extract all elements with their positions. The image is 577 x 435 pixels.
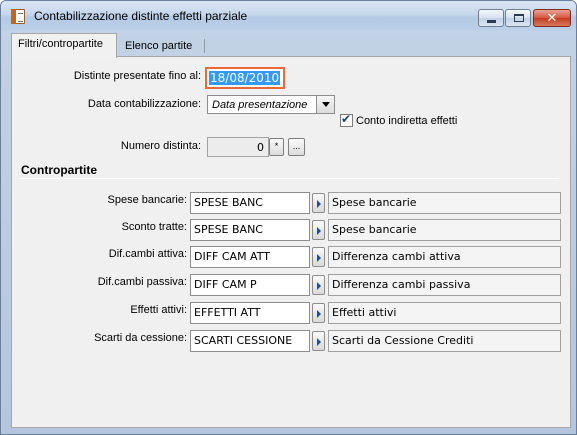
conto-indiretta-label: Conto indiretta effetti (356, 115, 458, 127)
window-title: Contabilizzazione distinte effetti parzi… (34, 9, 248, 23)
distinte-date-value: 18/08/2010 (209, 71, 281, 85)
dif-cambi-passiva-code-input[interactable]: DIFF CAM P (190, 274, 310, 296)
dif-cambi-attiva-code-input[interactable]: DIFF CAM ATT (190, 246, 310, 268)
sconto-tratte-description: Spese bancarie (328, 219, 561, 241)
data-contabilizzazione-select[interactable]: Data presentazione (207, 95, 335, 114)
tab-filtri-contropartite[interactable]: Filtri/contropartite (11, 33, 117, 58)
combo-dropdown-button[interactable] (316, 96, 334, 113)
maximize-button[interactable] (505, 9, 531, 27)
dif-cambi-attiva-zoom-button[interactable] (312, 247, 325, 267)
app-window: Contabilizzazione distinte effetti parzi… (0, 0, 577, 435)
checkmark-icon: ✔ (341, 112, 352, 126)
numero-distinta-input[interactable]: 0 (207, 137, 269, 157)
tab-elenco-partite[interactable]: Elenco partite (119, 36, 205, 57)
close-button[interactable]: ✕ (533, 9, 571, 27)
distinte-date-input[interactable]: 18/08/2010 (205, 67, 285, 89)
dif-cambi-passiva-description: Differenza cambi passiva (328, 274, 561, 296)
dif-cambi-passiva-zoom-button[interactable] (312, 275, 325, 295)
spese-bancarie-label: Spese bancarie: (107, 194, 188, 206)
sconto-tratte-zoom-button[interactable] (312, 220, 325, 240)
spese-bancarie-zoom-button[interactable] (312, 193, 325, 213)
data-contabilizzazione-label: Data contabilizzazione: (87, 98, 201, 110)
dif-cambi-attiva-description: Differenza cambi attiva (328, 246, 561, 268)
title-bar[interactable]: Contabilizzazione distinte effetti parzi… (1, 1, 576, 31)
effetti-attivi-zoom-button[interactable] (312, 303, 325, 323)
numero-distinta-label: Numero distinta: (120, 140, 201, 152)
dif-cambi-attiva-label: Dif.cambi attiva: (108, 248, 187, 260)
scarti-da-cessione-description: Scarti da Cessione Crediti (328, 330, 561, 352)
app-icon (11, 9, 25, 24)
distinte-label: Distinte presentate fino al: (73, 70, 201, 82)
minimize-icon (487, 20, 496, 23)
data-contabilizzazione-value: Data presentazione (212, 99, 308, 111)
spese-bancarie-code-input[interactable]: SPESE BANC (190, 192, 310, 214)
scarti-da-cessione-label: Scarti da cessione: (94, 332, 187, 344)
numero-distinta-browse-button[interactable]: ... (288, 138, 305, 156)
conto-indiretta-checkbox[interactable]: ✔ (340, 112, 353, 127)
scarti-da-cessione-zoom-button[interactable] (312, 331, 325, 351)
effetti-attivi-label: Effetti attivi: (130, 304, 187, 316)
sconto-tratte-code-input[interactable]: SPESE BANC (190, 219, 310, 241)
scarti-da-cessione-code-input[interactable]: SCARTI CESSIONE (190, 330, 310, 352)
close-icon: ✕ (546, 10, 558, 25)
section-divider (19, 178, 559, 179)
minimize-button[interactable] (478, 9, 504, 27)
effetti-attivi-code-input[interactable]: EFFETTI ATT (190, 302, 310, 324)
numero-distinta-zoom-button[interactable]: * (269, 138, 284, 156)
maximize-icon (514, 14, 524, 22)
spese-bancarie-description: Spese bancarie (328, 192, 561, 214)
contropartite-section-title: Contropartite (21, 163, 97, 177)
chevron-down-icon (322, 102, 330, 107)
tab-strip: Filtri/contropartite Elenco partite (11, 33, 571, 58)
effetti-attivi-description: Effetti attivi (328, 302, 561, 324)
dif-cambi-passiva-label: Dif.cambi passiva: (97, 276, 187, 288)
sconto-tratte-label: Sconto tratte: (121, 221, 187, 233)
